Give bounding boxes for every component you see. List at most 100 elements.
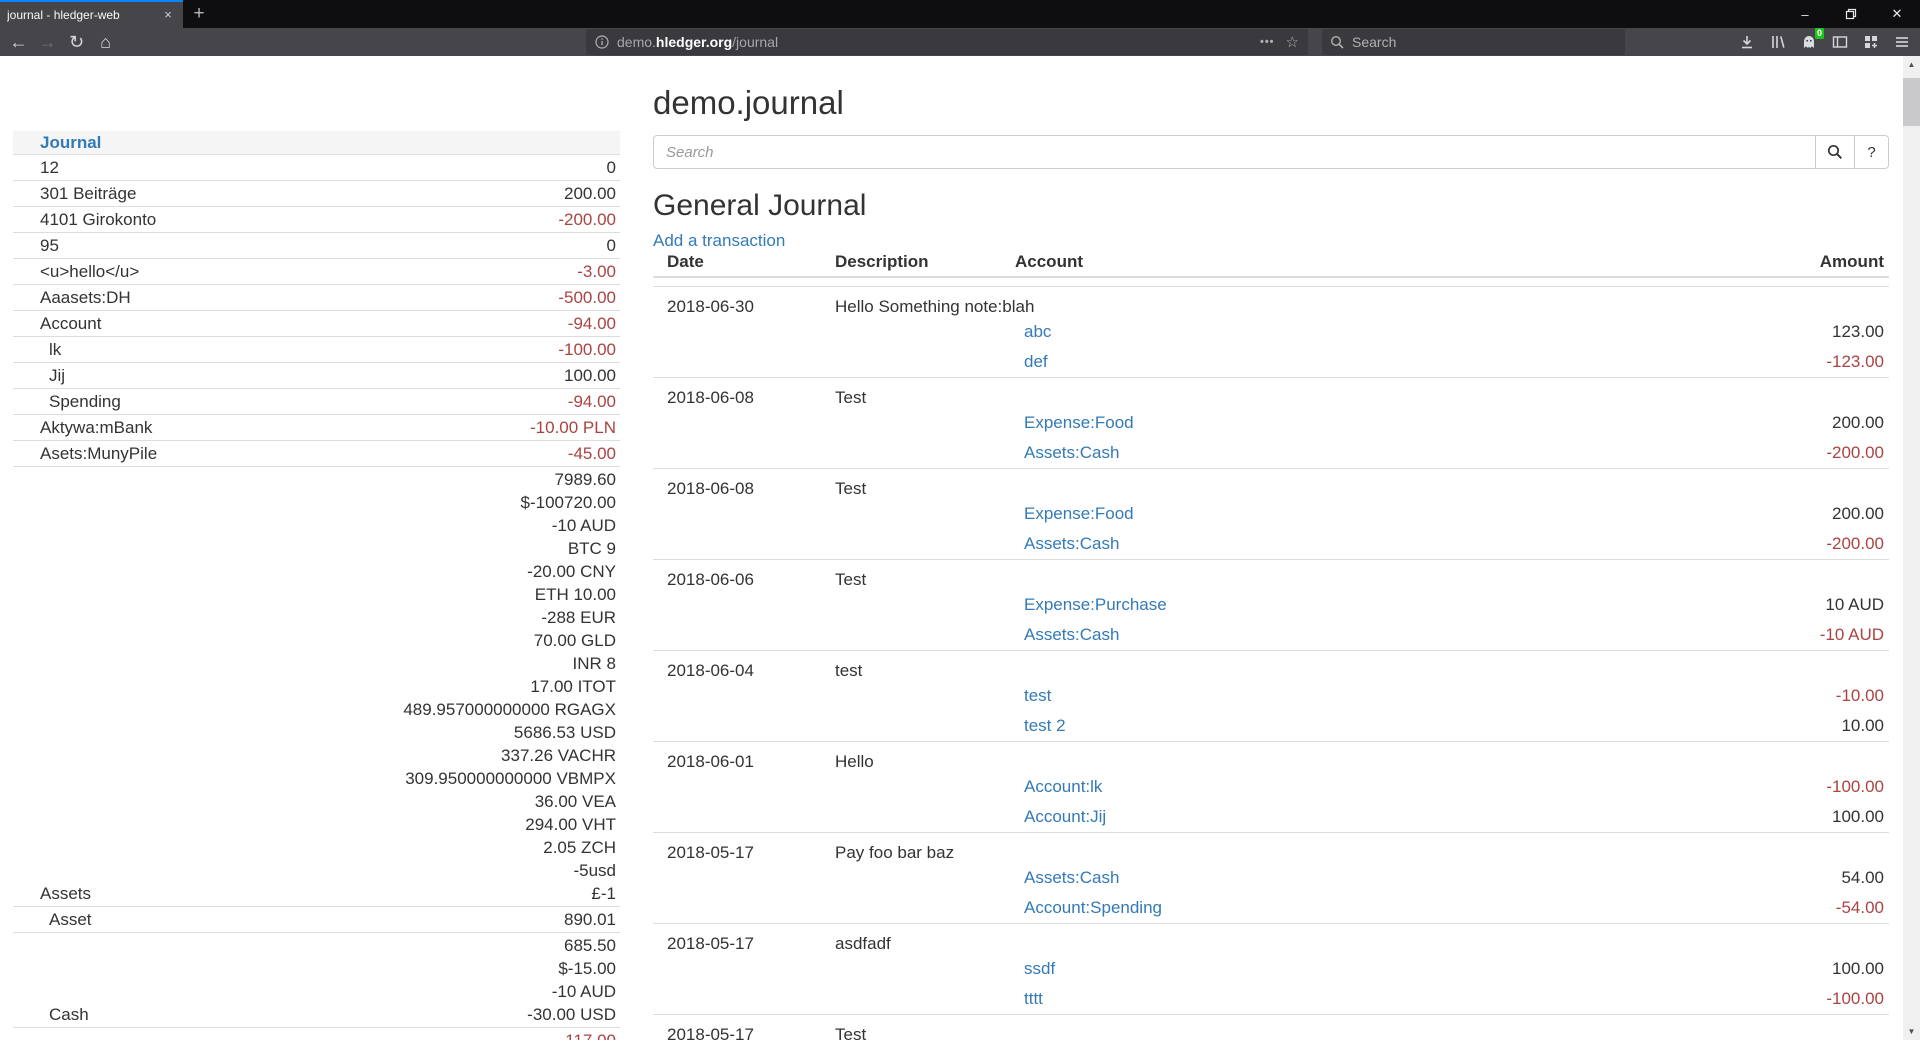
sidebar-toggle-icon[interactable] [1831, 33, 1849, 51]
transaction-title: 2018-06-30 Hello Something note:blah [653, 297, 1884, 317]
page-scrollbar[interactable]: ▲ ▼ [1903, 56, 1920, 1040]
transaction-row[interactable]: 2018-06-30 Hello Something note:blah abc… [653, 286, 1889, 377]
posting-account-link[interactable]: Expense:Food [1024, 499, 1134, 529]
transaction-date: 2018-05-17 [653, 1025, 835, 1040]
posting-account-link[interactable]: Assets:Cash [1024, 863, 1119, 893]
posting-indent [653, 438, 1024, 468]
posting-amount: 100.00 [1832, 802, 1884, 832]
header-date: Date [653, 253, 835, 270]
posting-account-link[interactable]: tttt [1024, 984, 1043, 1014]
forward-icon[interactable]: → [33, 29, 62, 55]
journal-help-button[interactable]: ? [1855, 135, 1889, 169]
posting-indent [653, 347, 1024, 377]
transaction-row[interactable]: 2018-05-17 asdfadf ssdf 100.00 tttt -100… [653, 923, 1889, 1014]
posting-row: Expense:Food 200.00 [653, 499, 1884, 529]
posting-row: Account:lk -100.00 [653, 772, 1884, 802]
posting-account-link[interactable]: Assets:Cash [1024, 529, 1119, 559]
account-link[interactable]: 301 Beiträge [13, 182, 136, 205]
account-link[interactable]: Aktywa:mBank [13, 416, 152, 439]
reload-icon[interactable]: ↻ [62, 29, 91, 55]
window-restore-icon[interactable] [1828, 0, 1874, 28]
account-list: 12 0 301 Beiträge 200.00 4101 Girokonto … [13, 154, 620, 1040]
posting-row: Account:Spending -54.00 [653, 893, 1884, 923]
back-icon[interactable]: ← [4, 29, 33, 55]
transaction-description: test [835, 661, 1884, 681]
account-link[interactable]: <u>hello</u> [13, 260, 139, 283]
account-link[interactable]: Cash [13, 1003, 89, 1026]
posting-account-link[interactable]: def [1024, 347, 1048, 377]
url-bar[interactable]: demo.hledger.org/journal ••• ☆ [586, 29, 1308, 55]
scrollbar-up-icon[interactable]: ▲ [1903, 56, 1920, 73]
account-balance: -3.00 [577, 260, 616, 283]
transaction-row[interactable]: 2018-05-17 Test [653, 1014, 1889, 1040]
browser-search-bar[interactable]: Search [1322, 29, 1625, 55]
scrollbar-thumb[interactable] [1903, 78, 1920, 126]
posting-account-link[interactable]: test 2 [1024, 711, 1066, 741]
account-link[interactable]: 4101 Girokonto [13, 208, 156, 231]
transaction-row[interactable]: 2018-06-08 Test Expense:Food 200.00 Asse… [653, 468, 1889, 559]
transaction-title: 2018-06-08 Test [653, 479, 1884, 499]
transaction-description: Hello [835, 752, 1884, 772]
transaction-date: 2018-06-01 [653, 752, 835, 772]
library-icon[interactable] [1769, 33, 1787, 51]
extension-ghost-icon[interactable]: 0 [1800, 33, 1818, 51]
sidebar-journal-link[interactable]: Journal [40, 133, 101, 152]
posting-account-link[interactable]: Account:Jij [1024, 802, 1106, 832]
transaction-description: asdfadf [835, 934, 1884, 954]
account-link[interactable]: Spending [13, 390, 121, 413]
transaction-row[interactable]: 2018-06-04 test test -10.00 test 2 10.00 [653, 650, 1889, 741]
balance-amount: -10.00 PLN [530, 416, 616, 439]
account-link[interactable]: Assets [13, 882, 91, 905]
menu-hamburger-icon[interactable] [1893, 33, 1911, 51]
account-link[interactable]: Asset [13, 908, 92, 931]
posting-amount: 200.00 [1832, 499, 1884, 529]
window-close-icon[interactable]: ✕ [1874, 0, 1920, 28]
site-info-icon[interactable] [595, 35, 609, 49]
toolbar-icon-cluster: 0 [1738, 33, 1916, 51]
tab-close-icon[interactable]: × [160, 7, 176, 23]
account-row: <u>hello</u> -3.00 [13, 258, 620, 284]
posting-account-link[interactable]: Expense:Purchase [1024, 590, 1167, 620]
extensions-grid-icon[interactable] [1862, 33, 1880, 51]
posting-account-link[interactable]: abc [1024, 317, 1051, 347]
new-tab-button[interactable]: + [183, 0, 215, 28]
account-link[interactable]: 12 [13, 156, 59, 179]
transaction-row[interactable]: 2018-05-17 Pay foo bar baz Assets:Cash 5… [653, 832, 1889, 923]
browser-toolbar: ← → ↻ ⌂ demo.hledger.org/journal ••• ☆ S… [0, 28, 1920, 56]
posting-account-link[interactable]: Assets:Cash [1024, 438, 1119, 468]
posting-account-link[interactable]: ssdf [1024, 954, 1055, 984]
window-minimize-icon[interactable]: – [1782, 0, 1828, 28]
transaction-row[interactable]: 2018-06-06 Test Expense:Purchase 10 AUD … [653, 559, 1889, 650]
posting-list: Expense:Food 200.00 Assets:Cash -200.00 [653, 499, 1884, 559]
account-link[interactable]: lk [13, 338, 61, 361]
posting-account-link[interactable]: Account:lk [1024, 772, 1102, 802]
balance-amount: $-100720.00 [403, 491, 616, 514]
transaction-row[interactable]: 2018-06-08 Test Expense:Food 200.00 Asse… [653, 377, 1889, 468]
transaction-title: 2018-06-04 test [653, 661, 1884, 681]
posting-account-link[interactable]: test [1024, 681, 1051, 711]
browser-tab-active[interactable]: journal - hledger-web × [0, 0, 183, 28]
posting-indent [653, 317, 1024, 347]
journal-search-button[interactable] [1816, 135, 1855, 169]
bookmark-star-icon[interactable]: ☆ [1286, 33, 1299, 51]
transaction-title: 2018-06-06 Test [653, 570, 1884, 590]
journal-search-input[interactable] [653, 135, 1816, 169]
home-icon[interactable]: ⌂ [91, 29, 120, 55]
account-link[interactable]: Jij [13, 364, 65, 387]
add-transaction-link[interactable]: Add a transaction [653, 232, 785, 249]
posting-account-link[interactable]: Assets:Cash [1024, 620, 1119, 650]
posting-account-link[interactable]: Expense:Food [1024, 408, 1134, 438]
url-actions: ••• ☆ [1260, 33, 1299, 51]
account-link[interactable]: Account [13, 312, 101, 335]
journal-main: demo.journal ? General Journal Add a tra… [653, 56, 1889, 1040]
download-icon[interactable] [1738, 33, 1756, 51]
transaction-row[interactable]: 2018-06-01 Hello Account:lk -100.00 Acco… [653, 741, 1889, 832]
account-link[interactable]: Aaasets:DH [13, 286, 131, 309]
balance-amount: ETH 10.00 [403, 583, 616, 606]
account-link[interactable]: Asets:MunyPile [13, 442, 157, 465]
page-actions-icon[interactable]: ••• [1260, 36, 1275, 48]
account-link[interactable]: 95 [13, 234, 59, 257]
posting-row: tttt -100.00 [653, 984, 1884, 1014]
posting-account-link[interactable]: Account:Spending [1024, 893, 1162, 923]
scrollbar-down-icon[interactable]: ▼ [1903, 1023, 1920, 1040]
